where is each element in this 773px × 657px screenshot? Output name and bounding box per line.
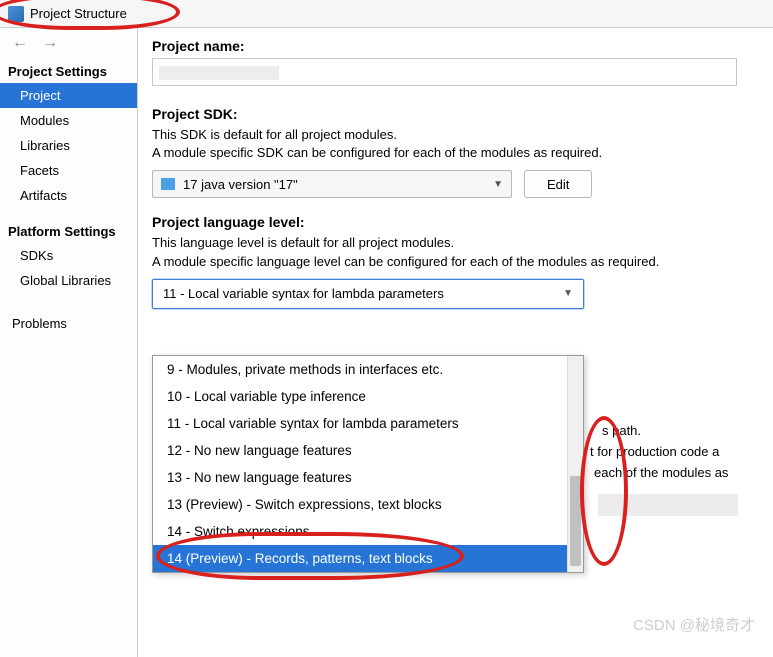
folder-icon — [161, 178, 175, 190]
sidebar: ← → Project Settings Project Modules Lib… — [0, 28, 138, 657]
blurred-value — [159, 66, 279, 80]
sidebar-item-artifacts[interactable]: Artifacts — [0, 183, 137, 208]
sdk-label: Project SDK: — [152, 106, 773, 122]
sidebar-item-project[interactable]: Project — [0, 83, 137, 108]
project-name-input[interactable] — [152, 58, 737, 86]
dropdown-option[interactable]: 10 - Local variable type inference — [153, 383, 567, 410]
sidebar-item-modules[interactable]: Modules — [0, 108, 137, 133]
dropdown-option[interactable]: 14 - Switch expressions — [153, 518, 567, 545]
chevron-down-icon: ▼ — [563, 288, 573, 299]
bg-text-2: t for production code a — [590, 444, 719, 459]
bg-text-1: s path. — [602, 423, 641, 438]
dropdown-option[interactable]: 14 (Preview) - Records, patterns, text b… — [153, 545, 567, 572]
sidebar-header-project-settings: Project Settings — [0, 58, 137, 83]
dropdown-option[interactable]: 11 - Local variable syntax for lambda pa… — [153, 410, 567, 437]
window-title: Project Structure — [30, 6, 127, 21]
main-panel: Project name: Project SDK: This SDK is d… — [138, 28, 773, 657]
sdk-select[interactable]: 17 java version "17" ▼ — [152, 170, 512, 198]
sidebar-item-problems[interactable]: Problems — [0, 311, 137, 336]
scroll-thumb[interactable] — [570, 476, 581, 566]
dropdown-list: 9 - Modules, private methods in interfac… — [153, 356, 567, 572]
titlebar: Project Structure — [0, 0, 773, 28]
dropdown-option[interactable]: 12 - No new language features — [153, 437, 567, 464]
sdk-desc-1: This SDK is default for all project modu… — [152, 126, 773, 144]
sidebar-header-platform-settings: Platform Settings — [0, 218, 137, 243]
edit-button[interactable]: Edit — [524, 170, 592, 198]
chevron-down-icon: ▼ — [493, 179, 503, 190]
sidebar-item-facets[interactable]: Facets — [0, 158, 137, 183]
lang-level-label: Project language level: — [152, 214, 773, 230]
forward-icon[interactable]: → — [42, 34, 58, 52]
watermark: CSDN @秘境奇才 — [633, 614, 755, 635]
sidebar-item-libraries[interactable]: Libraries — [0, 133, 137, 158]
dropdown-scrollbar[interactable] — [567, 356, 583, 572]
lang-desc-1: This language level is default for all p… — [152, 234, 773, 252]
blurred-box — [598, 494, 738, 516]
sdk-desc-2: A module specific SDK can be configured … — [152, 144, 773, 162]
language-level-select[interactable]: 11 - Local variable syntax for lambda pa… — [152, 279, 584, 309]
language-level-value: 11 - Local variable syntax for lambda pa… — [163, 286, 444, 301]
main-container: ← → Project Settings Project Modules Lib… — [0, 28, 773, 657]
sidebar-item-global-libraries[interactable]: Global Libraries — [0, 268, 137, 293]
dropdown-option[interactable]: 13 (Preview) - Switch expressions, text … — [153, 491, 567, 518]
back-icon[interactable]: ← — [12, 34, 28, 52]
dropdown-option[interactable]: 13 - No new language features — [153, 464, 567, 491]
app-icon — [8, 6, 24, 22]
project-name-label: Project name: — [152, 38, 773, 54]
sidebar-item-sdks[interactable]: SDKs — [0, 243, 137, 268]
sdk-value: 17 java version "17" — [183, 177, 298, 192]
bg-text-3: each of the modules as — [594, 465, 728, 480]
dropdown-option[interactable]: 9 - Modules, private methods in interfac… — [153, 356, 567, 383]
nav-arrows: ← → — [0, 28, 137, 58]
lang-desc-2: A module specific language level can be … — [152, 253, 773, 271]
language-level-dropdown: 9 - Modules, private methods in interfac… — [152, 355, 584, 573]
